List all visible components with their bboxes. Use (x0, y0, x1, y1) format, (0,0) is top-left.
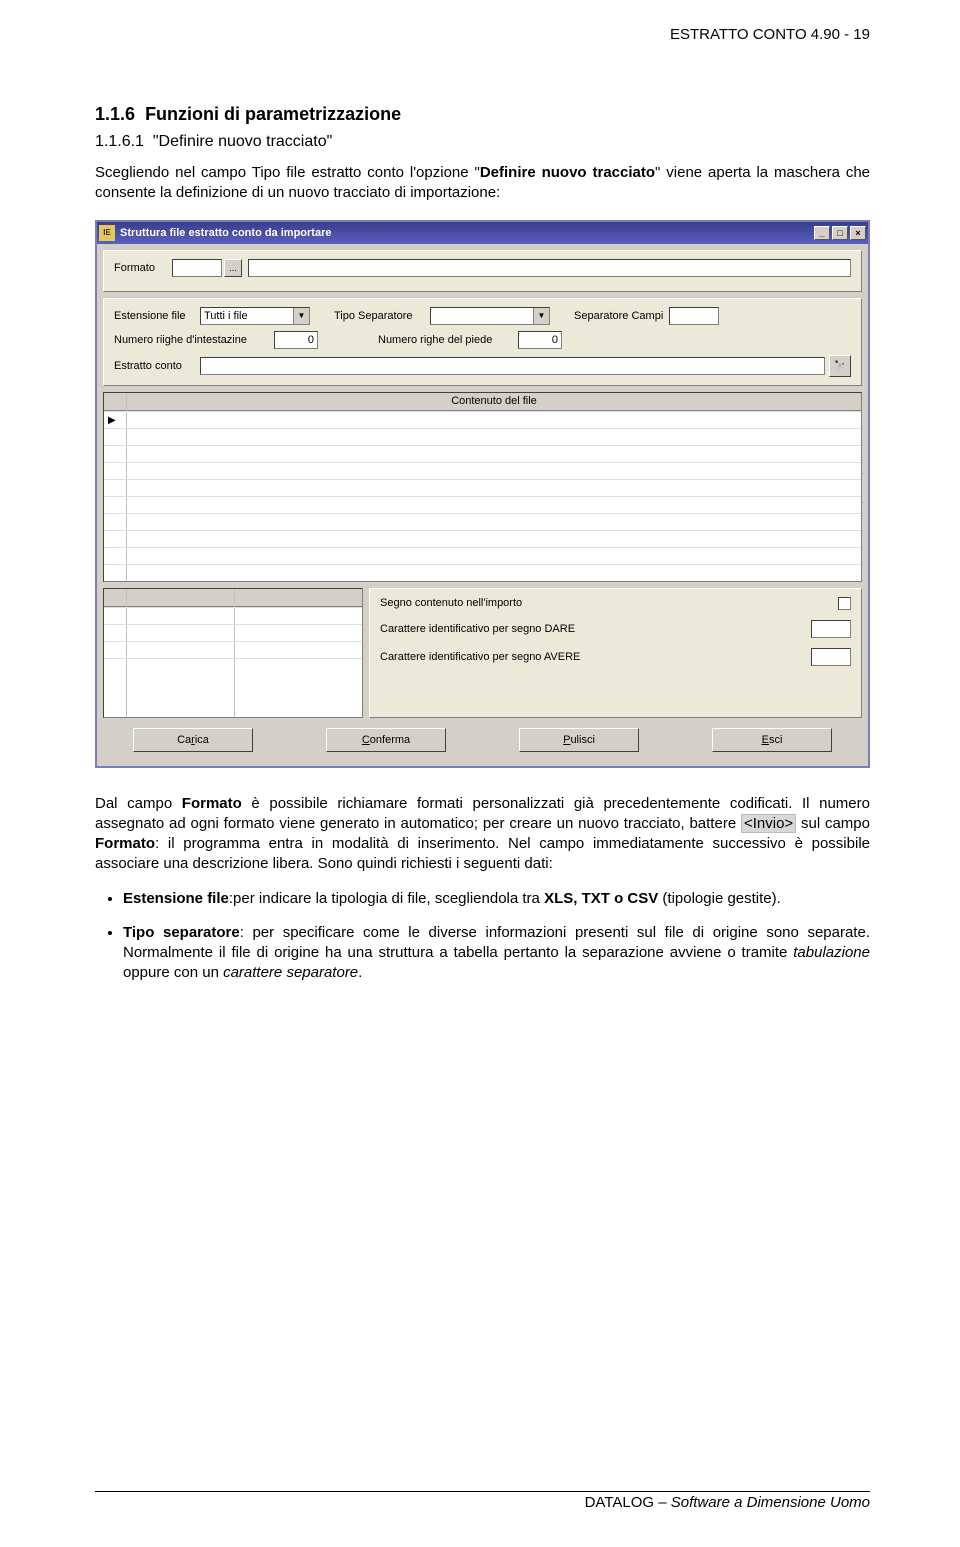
section-number: 1.1.6 (95, 104, 135, 124)
section-heading: 1.1.6 Funzioni di parametrizzazione (95, 104, 870, 125)
label-separatore-campi: Separatore Campi (574, 310, 663, 322)
pulisci-button[interactable]: Pulisci (519, 728, 639, 752)
righe-piede-input[interactable] (518, 331, 562, 349)
label-righe-piede: Numero righe del piede (378, 334, 518, 346)
chevron-down-icon: ▼ (533, 308, 549, 324)
binoculars-icon: 🔭 (834, 360, 845, 371)
app-icon: IE (99, 225, 115, 241)
mapping-grid[interactable] (103, 588, 363, 718)
separatore-campi-input[interactable] (669, 307, 719, 325)
panel-file-options: Estensione file Tutti i file ▼ Tipo Sepa… (103, 298, 862, 386)
maximize-button[interactable]: □ (832, 226, 848, 240)
minimize-button[interactable]: _ (814, 226, 830, 240)
label-estratto-conto: Estratto conto (114, 360, 200, 372)
righe-intestazione-input[interactable] (274, 331, 318, 349)
page-footer: DATALOG – Software a Dimensione Uomo (95, 1491, 870, 1511)
key-invio: <Invio> (741, 814, 796, 833)
segno-importo-checkbox[interactable] (838, 597, 851, 610)
row-pointer-icon: ▶ (108, 415, 116, 426)
paragraph-formato: Dal campo Formato è possibile richiamare… (95, 794, 870, 875)
label-segno-avere: Carattere identificativo per segno AVERE (380, 651, 811, 663)
subsection-number: 1.1.6.1 (95, 133, 144, 150)
field-list: Estensione file:per indicare la tipologi… (95, 889, 870, 984)
button-row: Carica Conferma Pulisci Esci (103, 718, 862, 760)
titlebar: IE Struttura file estratto conto da impo… (97, 222, 868, 244)
label-formato: Formato (114, 262, 172, 274)
tipo-separatore-select[interactable]: ▼ (430, 307, 550, 325)
segno-avere-input[interactable] (811, 648, 851, 666)
content-grid[interactable]: Contenuto del file ▶ (103, 392, 862, 582)
dialog-window: IE Struttura file estratto conto da impo… (95, 220, 870, 768)
label-righe-intestazione: Numero riighe d'intestazine (114, 334, 274, 346)
sign-options-panel: Segno contenuto nell'importo Carattere i… (369, 588, 862, 718)
section-title: Funzioni di parametrizzazione (145, 104, 401, 124)
esci-button[interactable]: Esci (712, 728, 832, 752)
subsection-title: Definire nuovo tracciato (159, 133, 327, 150)
list-item: Estensione file:per indicare la tipologi… (123, 889, 870, 909)
segno-dare-input[interactable] (811, 620, 851, 638)
chevron-down-icon: ▼ (293, 308, 309, 324)
carica-button[interactable]: Carica (133, 728, 253, 752)
page-header-right: ESTRATTO CONTO 4.90 - 19 (670, 26, 870, 43)
grid-header: Contenuto del file (451, 395, 537, 407)
formato-input[interactable] (172, 259, 222, 277)
label-tipo-separatore: Tipo Separatore (334, 310, 430, 322)
conferma-button[interactable]: Conferma (326, 728, 446, 752)
estratto-conto-input[interactable] (200, 357, 825, 375)
label-estensione: Estensione file (114, 310, 200, 322)
label-segno-dare: Carattere identificativo per segno DARE (380, 623, 811, 635)
subsection-heading: 1.1.6.1 "Definire nuovo tracciato" (95, 133, 870, 151)
formato-browse-button[interactable]: ... (224, 259, 242, 277)
intro-paragraph: Scegliendo nel campo Tipo file estratto … (95, 163, 870, 204)
list-item: Tipo separatore: per specificare come le… (123, 923, 870, 984)
estensione-select[interactable]: Tutti i file ▼ (200, 307, 310, 325)
binoculars-button[interactable]: 🔭 (829, 355, 851, 377)
label-segno-importo: Segno contenuto nell'importo (380, 597, 838, 609)
close-button[interactable]: × (850, 226, 866, 240)
window-title: Struttura file estratto conto da importa… (120, 227, 812, 239)
formato-desc-input[interactable] (248, 259, 851, 277)
panel-formato: Formato ... (103, 250, 862, 292)
